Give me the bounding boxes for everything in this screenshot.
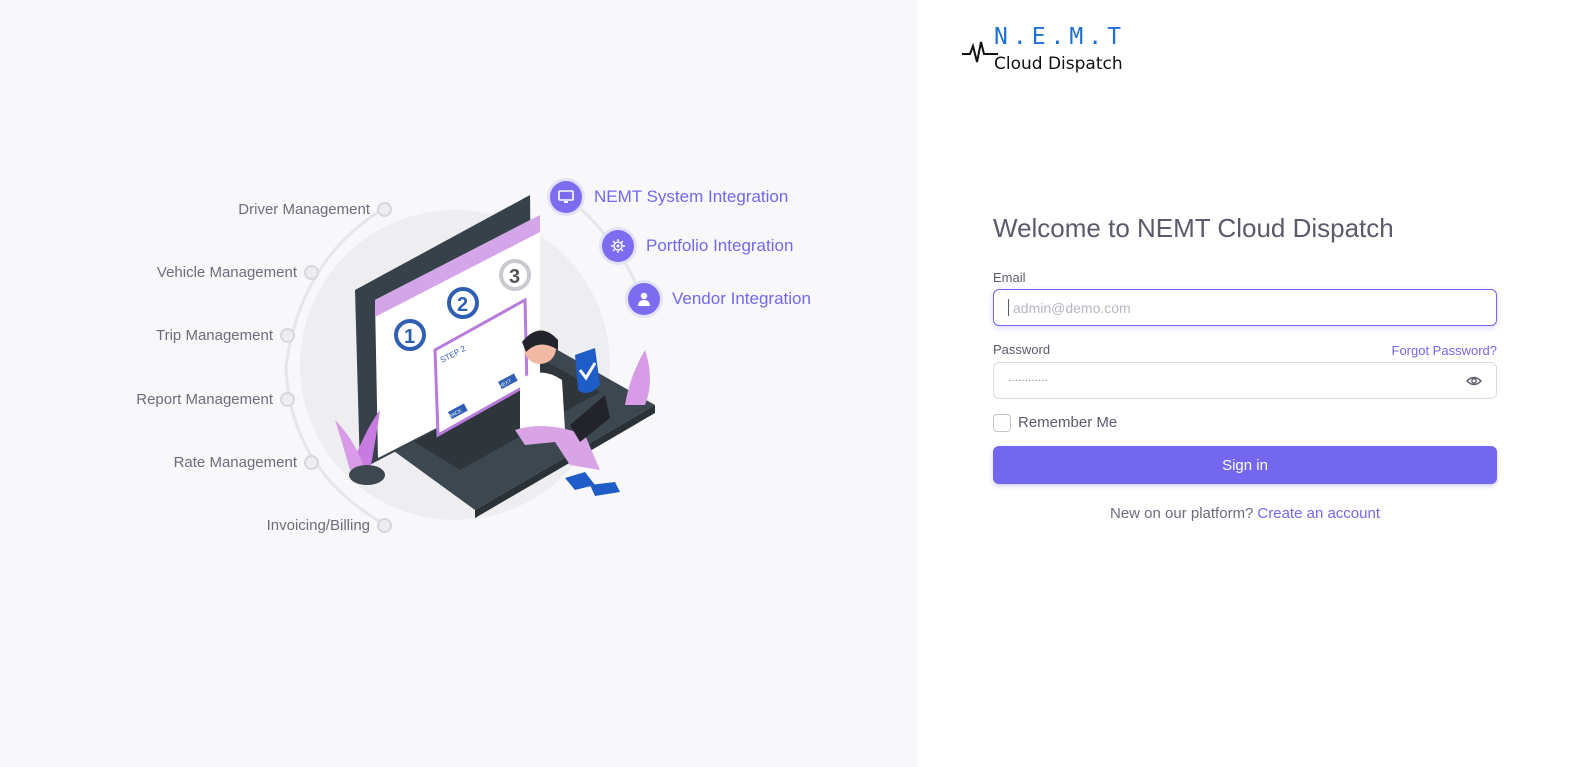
signup-prompt-text: New on our platform? <box>1110 505 1254 522</box>
create-account-link[interactable]: Create an account <box>1257 505 1380 522</box>
text-caret <box>1008 299 1009 316</box>
forgot-password-link[interactable]: Forgot Password? <box>1392 343 1498 358</box>
step-number: 3 <box>509 266 520 288</box>
signup-prompt: New on our platform? Create an account <box>993 505 1497 522</box>
feature-label: Trip Management <box>156 326 273 344</box>
illustration-panel: Driver Management Vehicle Management Tri… <box>0 0 917 767</box>
email-placeholder: admin@demo.com <box>1013 299 1131 316</box>
email-input[interactable]: admin@demo.com <box>993 289 1497 326</box>
password-label: Password <box>993 342 1051 357</box>
password-input[interactable]: ············ <box>993 362 1497 399</box>
logo-bottom-text: Cloud Dispatch <box>994 54 1123 74</box>
show-password-icon[interactable] <box>1466 374 1482 388</box>
nemt-logo: N.E.M.T Cloud Dispatch <box>962 24 1132 80</box>
password-value: ············ <box>1008 375 1048 386</box>
step-number: 2 <box>457 294 468 316</box>
laptop-illustration: 1 2 3 STEP 2 BACK NEXT <box>300 195 655 520</box>
feature-label: Vendor Integration <box>672 289 811 308</box>
remember-me-label[interactable]: Remember Me <box>1018 414 1117 431</box>
heartbeat-icon <box>962 41 998 63</box>
welcome-title: Welcome to NEMT Cloud Dispatch <box>993 213 1394 243</box>
remember-me-checkbox[interactable] <box>993 414 1011 432</box>
logo-top-text: N.E.M.T <box>994 24 1126 50</box>
step-number: 1 <box>404 326 415 348</box>
email-label: Email <box>993 270 1026 285</box>
sign-in-button[interactable]: Sign in <box>993 446 1497 484</box>
feature-label: Report Management <box>136 390 273 408</box>
